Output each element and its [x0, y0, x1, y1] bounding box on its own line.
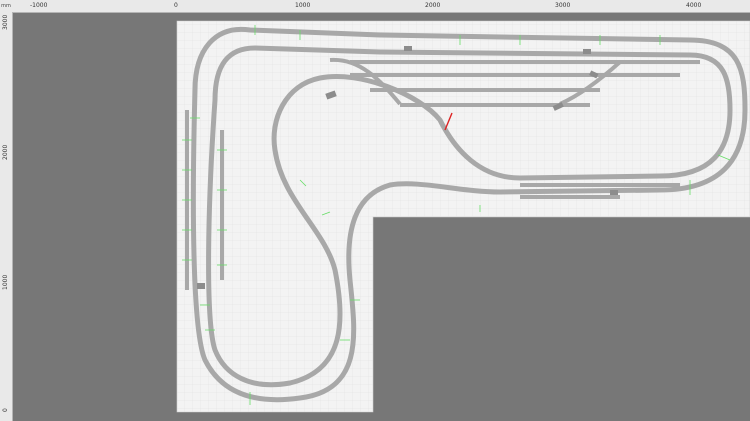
ruler-unit: mm	[0, 0, 12, 12]
track-plan-canvas[interactable]	[0, 0, 750, 421]
ruler-vertical: 3000 2000 1000 0	[0, 12, 13, 421]
ruler-x-label: 4000	[686, 2, 702, 9]
ruler-x-label: 0	[174, 2, 178, 9]
ruler-y-label: 3000	[2, 14, 9, 30]
ruler-horizontal: -1000 0 1000 2000 3000 4000	[0, 0, 750, 13]
ruler-y-label: 1000	[2, 274, 9, 290]
ruler-x-label: 2000	[425, 2, 441, 9]
ruler-y-label: 2000	[2, 144, 9, 160]
ruler-x-label: 1000	[295, 2, 311, 9]
layout-editor: -1000 0 1000 2000 3000 4000 3000 2000 10…	[0, 0, 750, 421]
ruler-y-label: 0	[2, 408, 9, 412]
ruler-x-label: -1000	[30, 2, 48, 9]
ruler-x-label: 3000	[555, 2, 571, 9]
